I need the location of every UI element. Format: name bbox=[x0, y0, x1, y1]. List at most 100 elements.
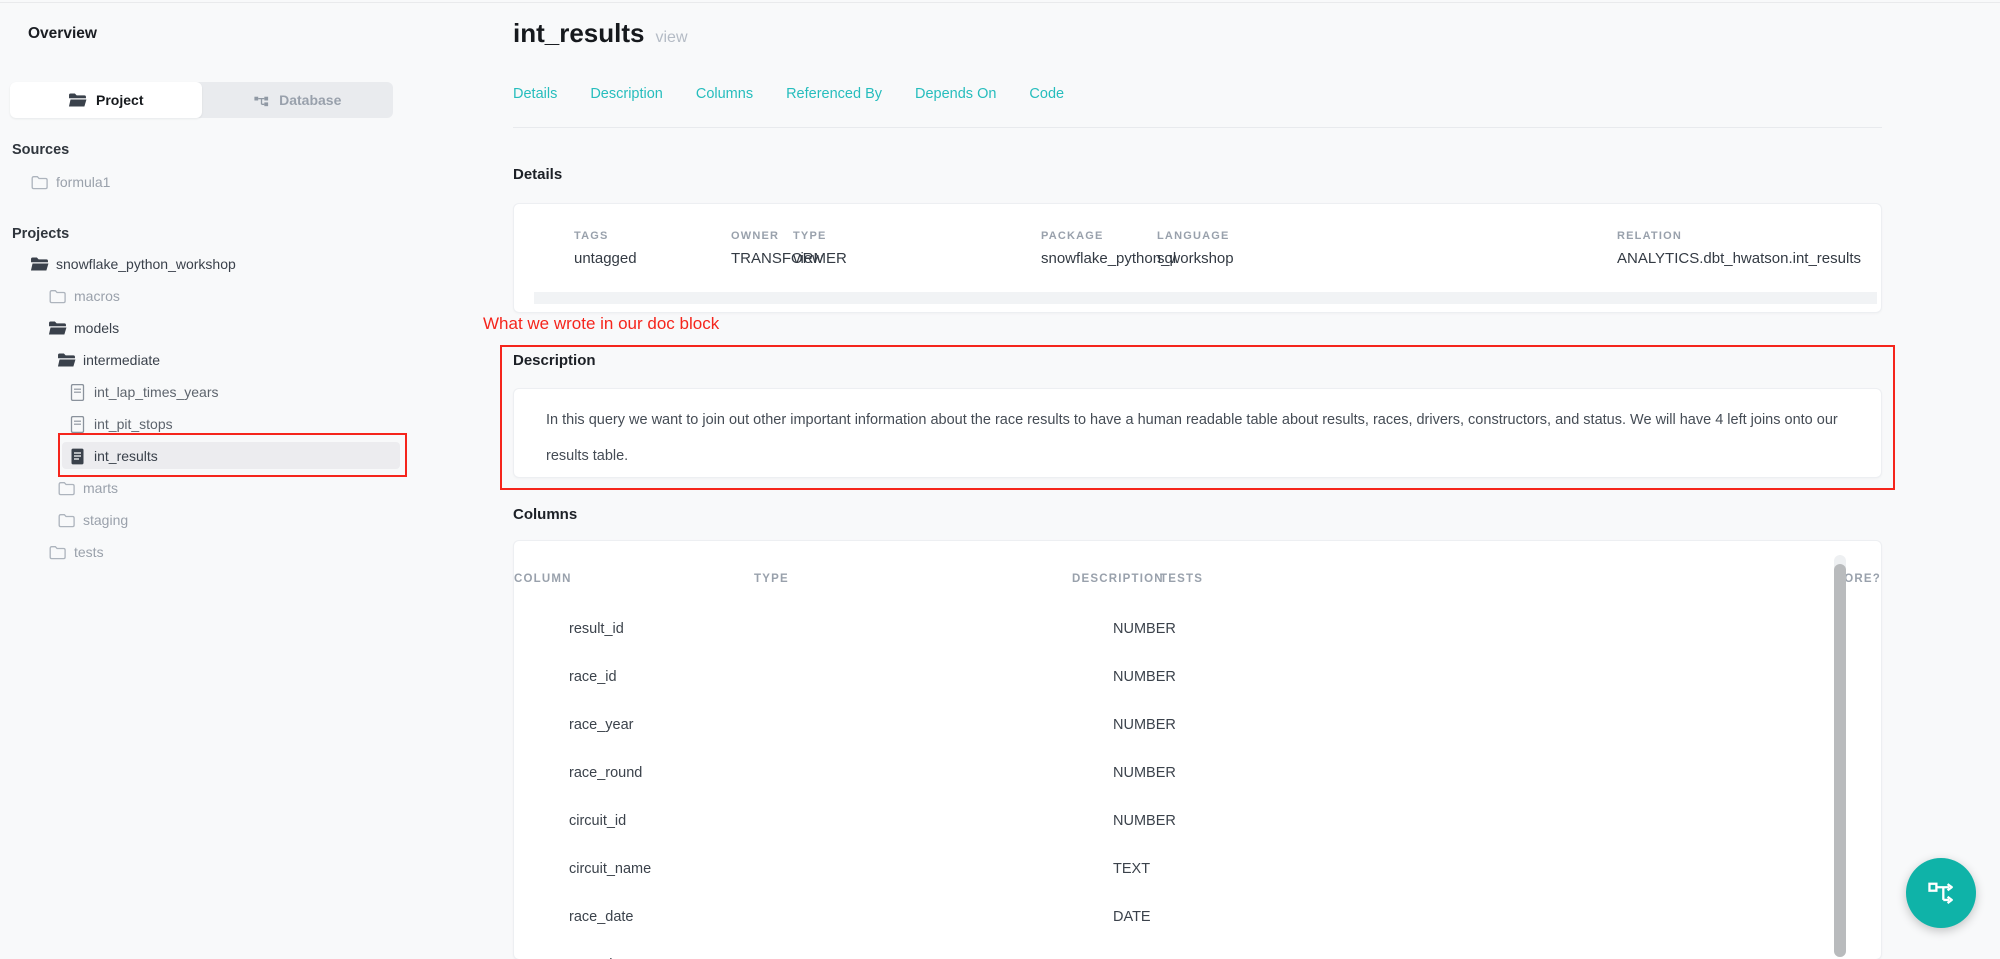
tree-item-label: models bbox=[74, 320, 119, 336]
cell-type: NUMBER bbox=[1113, 669, 1353, 685]
tree-item-label: int_lap_times_years bbox=[94, 384, 219, 400]
project-tab[interactable]: Project bbox=[10, 82, 202, 118]
cell-type: NUMBER bbox=[1113, 717, 1353, 733]
cell-column-name: circuit_id bbox=[514, 813, 1113, 829]
cell-type: TEXT bbox=[1113, 861, 1353, 877]
tree-item[interactable]: int_pit_stops bbox=[0, 408, 470, 440]
description-text: In this query we want to join out other … bbox=[514, 389, 1881, 487]
tree-item[interactable]: tests bbox=[0, 536, 470, 568]
tab[interactable]: Referenced By bbox=[786, 86, 882, 102]
tree-item[interactable]: formula1 bbox=[0, 166, 470, 198]
table-row[interactable]: result_id NUMBER bbox=[514, 605, 1881, 653]
detail-field: LANGUAGE sql bbox=[1157, 230, 1617, 267]
file-icon bbox=[68, 448, 87, 465]
folder-open-icon bbox=[30, 256, 49, 272]
tree-item[interactable]: int_lap_times_years bbox=[0, 376, 470, 408]
detail-field-value: ANALYTICS.dbt_hwatson.int_results bbox=[1617, 250, 1861, 267]
tree-item-label: snowflake_python_workshop bbox=[56, 256, 236, 272]
column-header: TESTS bbox=[1160, 573, 1833, 585]
project-tree: snowflake_python_workshop macros models bbox=[0, 248, 470, 568]
cell-column-name: race_date bbox=[514, 909, 1113, 925]
tree-item[interactable]: models bbox=[0, 312, 470, 344]
cell-column-name: result_id bbox=[514, 621, 1113, 637]
tree-item[interactable]: snowflake_python_workshop bbox=[0, 248, 470, 280]
detail-field-label: PACKAGE bbox=[1041, 230, 1157, 242]
view-toggle: Project Database bbox=[10, 82, 393, 118]
projects-header: Projects bbox=[12, 226, 69, 242]
details-card-strip bbox=[534, 292, 1877, 304]
table-row[interactable]: circuit_name TEXT bbox=[514, 845, 1881, 893]
table-row[interactable]: race_time TIME bbox=[514, 941, 1881, 959]
tree-item[interactable]: marts bbox=[0, 472, 470, 504]
detail-field-label: OWNER bbox=[731, 230, 793, 242]
folder-closed-icon bbox=[57, 481, 76, 496]
tree-item-label: macros bbox=[74, 288, 120, 304]
detail-field: OWNER TRANSFORMER bbox=[731, 230, 793, 267]
database-tab-label: Database bbox=[279, 92, 341, 108]
folder-open-icon bbox=[48, 320, 67, 336]
tree-item[interactable]: macros bbox=[0, 280, 470, 312]
dbt-docs-app: Overview Project Database Sources formul… bbox=[0, 0, 2000, 959]
detail-field-value: TRANSFORMER bbox=[731, 250, 793, 267]
folder-open-icon bbox=[57, 352, 76, 368]
detail-field: PACKAGE snowflake_python_workshop bbox=[1041, 230, 1157, 267]
sidebar: Overview Project Database Sources formul… bbox=[0, 0, 470, 959]
database-tab[interactable]: Database bbox=[202, 82, 394, 118]
tree-item[interactable]: int_results bbox=[0, 440, 470, 472]
details-fields: TAGS untagged OWNER TRANSFORMER TYPE vie… bbox=[514, 204, 1881, 267]
doc-block-annotation: What we wrote in our doc block bbox=[483, 314, 719, 334]
detail-field-value: view bbox=[793, 250, 1041, 267]
lineage-graph-fab[interactable] bbox=[1906, 858, 1976, 928]
cell-type: NUMBER bbox=[1113, 813, 1353, 829]
folder-closed-icon bbox=[48, 289, 67, 304]
tree-item-label: formula1 bbox=[56, 174, 110, 190]
folder-open-icon bbox=[68, 92, 87, 108]
table-row[interactable]: race_id NUMBER bbox=[514, 653, 1881, 701]
detail-field-label: LANGUAGE bbox=[1157, 230, 1617, 242]
title-row: int_results view bbox=[513, 18, 688, 49]
cell-column-name: race_round bbox=[514, 765, 1113, 781]
tab[interactable]: Columns bbox=[696, 86, 753, 102]
tree-item-label: marts bbox=[83, 480, 118, 496]
column-header: DESCRIPTION bbox=[1072, 573, 1160, 585]
tree-item-label: int_results bbox=[94, 448, 158, 464]
columns-table: COLUMN TYPE DESCRIPTION TESTS MORE? resu… bbox=[514, 541, 1881, 959]
table-row[interactable]: circuit_id NUMBER bbox=[514, 797, 1881, 845]
page-title: int_results bbox=[513, 18, 645, 49]
detail-field-value: snowflake_python_workshop bbox=[1041, 250, 1157, 267]
main-content: int_results view Details Description Col… bbox=[513, 0, 1882, 959]
column-header: COLUMN bbox=[514, 573, 754, 585]
table-row[interactable]: race_year NUMBER bbox=[514, 701, 1881, 749]
columns-card: COLUMN TYPE DESCRIPTION TESTS MORE? resu… bbox=[513, 540, 1882, 959]
table-scrollbar-thumb[interactable] bbox=[1834, 564, 1846, 957]
tree-item[interactable]: intermediate bbox=[0, 344, 470, 376]
cell-type: NUMBER bbox=[1113, 765, 1353, 781]
cell-column-name: circuit_name bbox=[514, 861, 1113, 877]
lineage-icon bbox=[253, 92, 270, 109]
description-section-heading: Description bbox=[513, 352, 596, 369]
lineage-arrows-icon bbox=[1926, 878, 1956, 908]
detail-field: RELATION ANALYTICS.dbt_hwatson.int_resul… bbox=[1617, 230, 1861, 267]
columns-table-header: COLUMN TYPE DESCRIPTION TESTS MORE? bbox=[514, 565, 1881, 593]
tree-item[interactable]: staging bbox=[0, 504, 470, 536]
tree-item-label: tests bbox=[74, 544, 104, 560]
sources-tree: formula1 bbox=[0, 166, 470, 198]
detail-field-label: RELATION bbox=[1617, 230, 1861, 242]
columns-section-heading: Columns bbox=[513, 506, 577, 523]
tab[interactable]: Details bbox=[513, 86, 557, 102]
table-row[interactable]: race_round NUMBER bbox=[514, 749, 1881, 797]
detail-field-label: TYPE bbox=[793, 230, 1041, 242]
detail-field: TAGS untagged bbox=[574, 230, 731, 267]
overview-title: Overview bbox=[28, 25, 97, 43]
tab[interactable]: Description bbox=[590, 86, 663, 102]
tree-item-label: int_pit_stops bbox=[94, 416, 173, 432]
cell-type: DATE bbox=[1113, 909, 1353, 925]
tree-item-label: intermediate bbox=[83, 352, 160, 368]
sources-header: Sources bbox=[12, 142, 69, 158]
detail-field-label: TAGS bbox=[574, 230, 731, 242]
tab[interactable]: Code bbox=[1029, 86, 1064, 102]
cell-type: NUMBER bbox=[1113, 621, 1353, 637]
tab[interactable]: Depends On bbox=[915, 86, 996, 102]
table-row[interactable]: race_date DATE bbox=[514, 893, 1881, 941]
detail-field: TYPE view bbox=[793, 230, 1041, 267]
